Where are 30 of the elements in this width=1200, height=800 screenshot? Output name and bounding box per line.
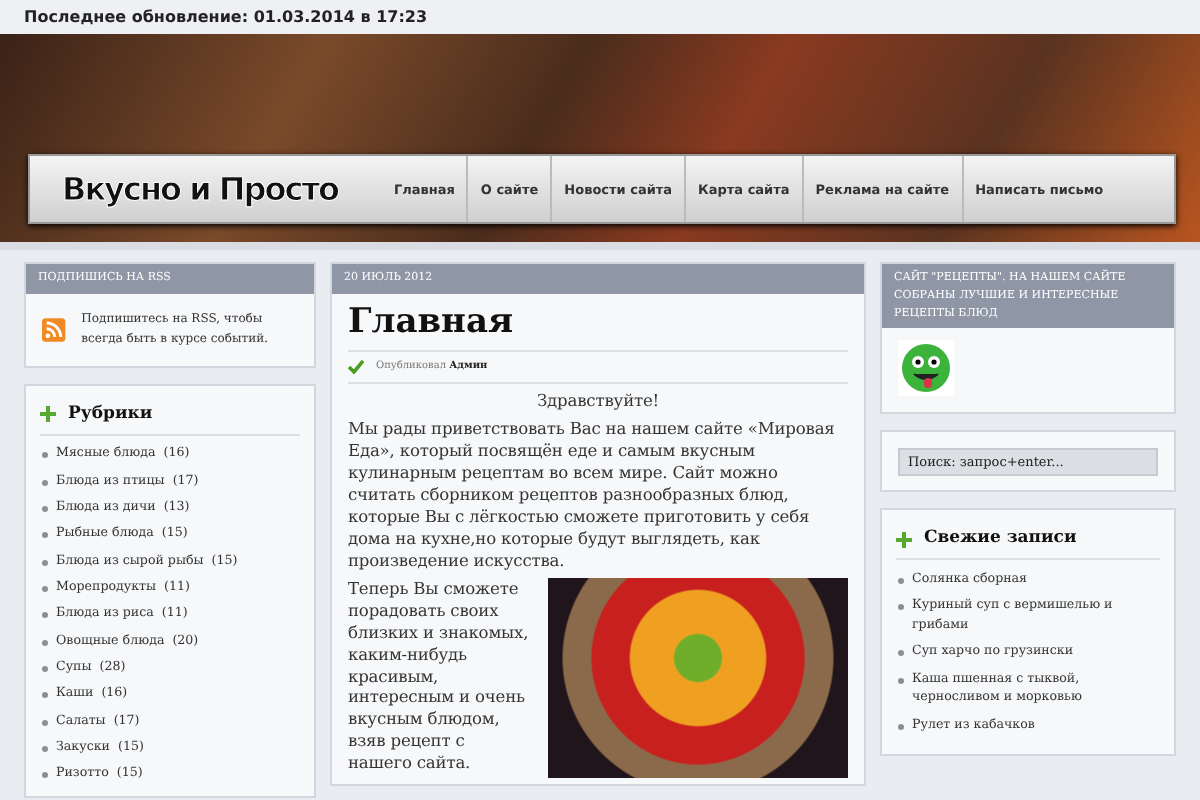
bullet-icon bbox=[898, 650, 904, 657]
bullet-icon bbox=[42, 506, 48, 513]
bullet-icon bbox=[42, 532, 48, 539]
bullet-icon bbox=[898, 723, 904, 730]
bullet-icon bbox=[42, 586, 48, 593]
bullet-icon bbox=[42, 692, 48, 699]
bullet-icon bbox=[898, 604, 904, 611]
widget-heading: Рубрики bbox=[68, 401, 153, 428]
bullet-icon bbox=[898, 677, 904, 684]
widget-heading: Свежие записи bbox=[924, 526, 1077, 553]
bullet-icon bbox=[42, 452, 48, 459]
bullet-icon bbox=[42, 772, 48, 779]
post-title: Главная bbox=[348, 301, 848, 352]
check-icon bbox=[348, 360, 364, 375]
last-update-text: Последнее обновление: 01.03.2014 в 17:23 bbox=[0, 0, 1200, 34]
bullet-icon bbox=[42, 612, 48, 619]
post-paragraph: Теперь Вы сможете порадовать своих близких и знакомых, каким-нибудь красивым, интересным и очень вкусным блюдом, взяв рецепт с нашего сайта. bbox=[348, 577, 531, 775]
bullet-icon bbox=[42, 719, 48, 726]
bullet-icon bbox=[42, 666, 48, 673]
bullet-icon bbox=[42, 639, 48, 646]
bullet-icon bbox=[898, 577, 904, 584]
smiley-icon bbox=[898, 340, 954, 397]
bullet-icon bbox=[42, 479, 48, 486]
plus-icon bbox=[40, 406, 56, 423]
logo-text: Вкусно и Просто bbox=[62, 170, 338, 208]
bullet-icon bbox=[42, 559, 48, 566]
plus-icon bbox=[896, 531, 912, 548]
bullet-icon bbox=[42, 746, 48, 753]
post-paragraph: Мы рады приветствовать Вас на нашем сайте «Мировая Еда», который посвящён еде и самым вкусным кулинарным рецептам во всем мире. Сайт можно считать сборником рецептов разнообразных блюд, которые Вы с лёгкостью сможете приготовить у себя дома на кухне,но которые будут выглядеть, как произведение искусства. bbox=[348, 418, 837, 572]
greeting-text: Здравствуйте! bbox=[534, 390, 662, 413]
